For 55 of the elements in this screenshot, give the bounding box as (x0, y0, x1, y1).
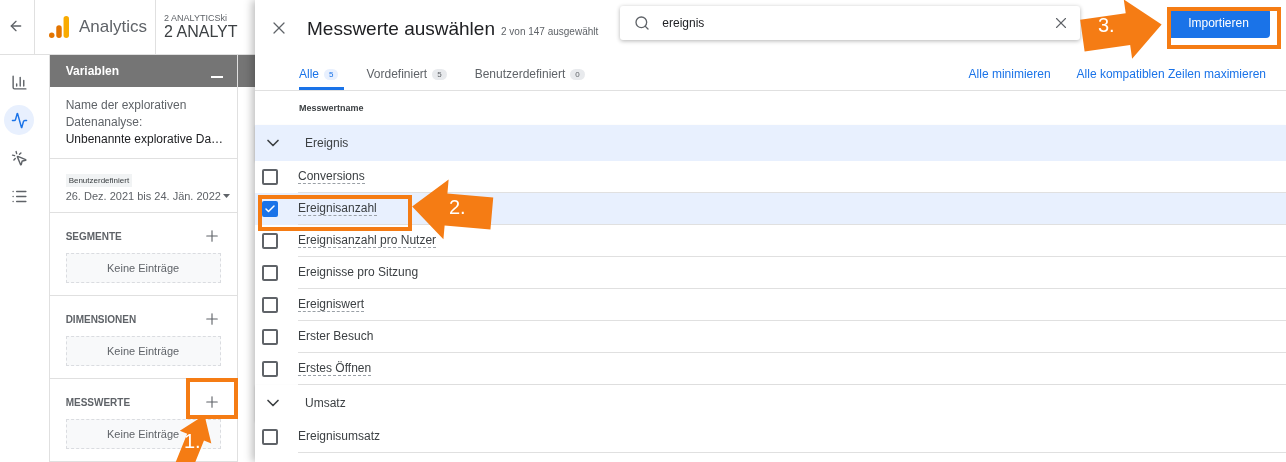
property-name: 2 ANALYT (164, 23, 238, 41)
search-field[interactable]: ereignis (620, 6, 1081, 40)
product-name: Analytics (79, 17, 148, 37)
checkbox[interactable] (262, 297, 278, 313)
trend-icon (10, 111, 28, 129)
metric-name: Ereignisanzahl (298, 201, 377, 216)
date-range-picker[interactable]: 26. Dez. 2021 bis 24. Jän. 2022 (65, 190, 230, 202)
search-input[interactable]: ereignis (660, 15, 1043, 31)
tab[interactable]: Vordefiniert 5 (366, 58, 453, 90)
count-badge: 5 (324, 68, 339, 80)
link[interactable]: Alle kompatiblen Zeilen maximieren (1076, 67, 1266, 81)
checkbox[interactable] (262, 201, 278, 217)
bar-chart-icon (10, 73, 28, 91)
section-title: DIMENSIONEN (65, 313, 137, 325)
metric-name: Ereignisse pro Sitzung (298, 265, 419, 280)
section-title: MESSWERTE (65, 396, 131, 408)
check-icon (264, 203, 276, 215)
drop-zone[interactable]: Keine Einträge (65, 336, 221, 366)
highlight-frame (186, 378, 238, 419)
logo-icon (49, 16, 69, 38)
metric-name: Ereigniswert (298, 297, 365, 312)
selection-count: 2 von 147 ausgewählt (501, 25, 599, 37)
checkbox[interactable] (262, 265, 278, 281)
count-badge: 5 (432, 68, 447, 80)
tab[interactable]: Benutzerdefiniert 0 (474, 58, 591, 90)
count-badge: 0 (570, 68, 585, 80)
group-row[interactable]: Umsatz (255, 385, 1286, 421)
step-label: 3. (1098, 14, 1115, 37)
metric-name: Conversions (298, 169, 365, 184)
date-chip: Benutzerdefiniert (65, 174, 133, 187)
name-label: Name der explorativen Datenanalyse: (65, 97, 188, 131)
metric-name: Ereignisanzahl pro Nutzer (298, 233, 437, 248)
checkbox[interactable] (262, 169, 278, 185)
metric-name: Erstes Öffnen (298, 361, 372, 376)
checkbox[interactable] (262, 329, 278, 345)
checkbox[interactable] (262, 361, 278, 377)
metric-name: Erster Besuch (298, 329, 374, 344)
link[interactable]: Alle minimieren (968, 67, 1051, 81)
checkbox[interactable] (262, 233, 278, 249)
tab[interactable]: Alle 5 (299, 58, 345, 90)
step-label: 2. (449, 196, 466, 219)
trend-button[interactable] (4, 105, 35, 135)
dialog-title: Messwerte auswählen (307, 18, 495, 40)
group-row[interactable]: Ereignis (255, 125, 1286, 161)
caret-icon (222, 194, 230, 198)
drop-zone[interactable]: Keine Einträge (65, 253, 221, 283)
exploration-name: Unbenannte explorative Da… (65, 131, 221, 148)
section-title: SEGMENTE (65, 230, 122, 242)
panel-title: Variablen (65, 64, 119, 78)
metric-name: Ereignisumsatz (298, 429, 381, 444)
account-name: 2 ANALYTICSki (164, 13, 228, 23)
pointer-click-icon (10, 149, 28, 167)
search-icon (634, 15, 651, 31)
checkbox[interactable] (262, 429, 278, 445)
column-header: Messwertname (299, 103, 364, 113)
